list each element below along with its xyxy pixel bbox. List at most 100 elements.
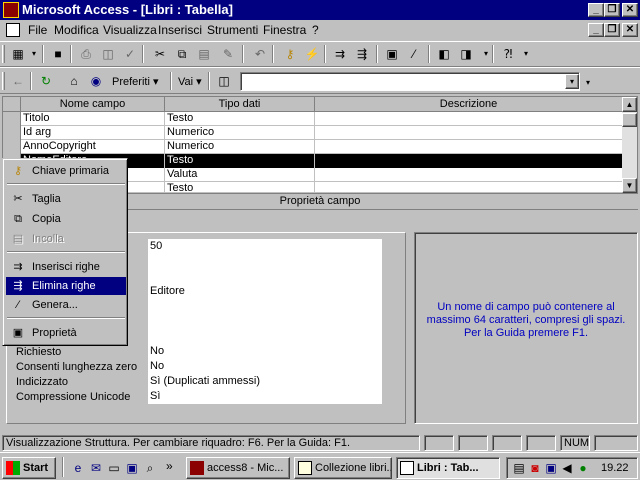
grid-row[interactable]: Titolo Testo xyxy=(3,112,623,126)
quicklaunch-overflow[interactable]: » xyxy=(166,459,173,473)
property-value[interactable] xyxy=(148,269,382,284)
help-icon[interactable]: ⁈ xyxy=(500,46,516,62)
menu-modifica[interactable]: Modifica xyxy=(54,23,99,37)
data-type-cell[interactable]: Valuta xyxy=(165,168,315,182)
print-icon[interactable]: ⎙ xyxy=(78,46,94,62)
property-value[interactable] xyxy=(148,299,382,314)
start-button[interactable]: Start xyxy=(2,457,56,479)
field-name-cell[interactable]: AnnoCopyright xyxy=(21,140,165,154)
data-type-cell[interactable]: Testo xyxy=(165,182,315,192)
menu-finestra[interactable]: Finestra xyxy=(263,23,306,37)
description-cell[interactable] xyxy=(315,168,623,182)
outlook-icon[interactable]: ✉ xyxy=(88,460,104,476)
property-value[interactable] xyxy=(148,254,382,269)
description-cell[interactable] xyxy=(315,140,623,154)
row-selector[interactable] xyxy=(3,112,21,126)
grid-corner[interactable] xyxy=(3,97,21,112)
menu-item-delete-rows[interactable]: ⇶ Elimina righe xyxy=(6,277,126,295)
header-data-type[interactable]: Tipo dati xyxy=(165,97,315,112)
tray-network-icon[interactable]: ▤ xyxy=(511,460,527,476)
menu-inserisci[interactable]: Inserisci xyxy=(158,23,202,37)
tray-volume-icon[interactable]: ◀ xyxy=(559,460,575,476)
scroll-up-button[interactable]: ▲ xyxy=(622,97,637,112)
toolbar-options-icon[interactable]: ▾ xyxy=(580,75,596,91)
data-type-cell[interactable]: Testo xyxy=(165,154,315,168)
menu-item-build[interactable]: ⁄ Genera... xyxy=(6,296,126,314)
ie-icon[interactable]: e xyxy=(70,460,86,476)
doc-restore-button[interactable]: ❐ xyxy=(604,23,620,37)
menu-item-properties[interactable]: ▣ Proprietà xyxy=(6,324,126,342)
tray-scheduler-icon[interactable]: ◙ xyxy=(527,460,543,476)
grid-vertical-scrollbar[interactable]: ▲ ▼ xyxy=(622,97,637,193)
row-selector[interactable] xyxy=(3,140,21,154)
spelling-icon[interactable]: ✓ xyxy=(122,46,138,62)
save-icon[interactable]: ■ xyxy=(50,46,66,62)
table-doc-icon[interactable] xyxy=(6,23,20,37)
description-cell[interactable] xyxy=(315,154,623,168)
description-cell[interactable] xyxy=(315,126,623,140)
header-description[interactable]: Descrizione xyxy=(315,97,623,112)
menu-file[interactable]: File xyxy=(28,23,47,37)
data-type-cell[interactable]: Numerico xyxy=(165,140,315,154)
description-cell[interactable] xyxy=(315,112,623,126)
cut-icon[interactable]: ✂ xyxy=(152,46,168,62)
menu-item-copy[interactable]: ⧉ Copia xyxy=(6,210,126,228)
help-dropdown-icon[interactable]: ▾ xyxy=(518,46,534,62)
show-only-web-toolbar-icon[interactable]: ◫ xyxy=(216,73,232,89)
row-selector[interactable] xyxy=(3,126,21,140)
delete-rows-icon[interactable]: ⇶ xyxy=(354,46,370,62)
tray-app-icon[interactable]: ● xyxy=(575,460,591,476)
data-type-cell[interactable]: Testo xyxy=(165,112,315,126)
refresh-icon[interactable]: ↻ xyxy=(38,73,54,89)
property-value-caption[interactable]: Editore xyxy=(148,284,382,299)
field-name-cell[interactable]: Titolo xyxy=(21,112,165,126)
view-dropdown-icon[interactable]: ▾ xyxy=(26,46,42,62)
data-type-cell[interactable]: Numerico xyxy=(165,126,315,140)
search-web-icon[interactable]: ◉ xyxy=(88,73,104,89)
view-icon[interactable]: ▦ xyxy=(10,46,26,62)
tray-display-icon[interactable]: ▣ xyxy=(543,460,559,476)
address-field[interactable]: ▾ xyxy=(240,72,580,91)
copy-icon[interactable]: ⧉ xyxy=(174,46,190,62)
paste-icon[interactable]: ▤ xyxy=(196,46,212,62)
favorites-menu[interactable]: Preferiti ▾ xyxy=(112,75,158,88)
property-value[interactable] xyxy=(148,329,382,344)
primary-key-icon[interactable]: ⚷ xyxy=(282,46,298,62)
toolbar-grip[interactable] xyxy=(2,45,5,63)
build-icon[interactable]: ⁄ xyxy=(406,46,422,62)
property-value[interactable] xyxy=(148,314,382,329)
field-name-cell[interactable]: Id arg xyxy=(21,126,165,140)
menu-visualizza[interactable]: Visualizza xyxy=(103,23,157,37)
property-value-allow-zero-length[interactable]: No xyxy=(148,359,382,374)
access-app-icon[interactable] xyxy=(3,2,19,18)
property-value-unicode-compression[interactable]: Sì xyxy=(148,389,382,404)
grid-row[interactable]: AnnoCopyright Numerico xyxy=(3,140,623,154)
tray-clock[interactable]: 19.22 xyxy=(601,462,629,474)
scroll-down-button[interactable]: ▼ xyxy=(622,178,637,193)
taskbar-button-collezione[interactable]: Collezione libri... xyxy=(294,457,392,479)
scroll-thumb[interactable] xyxy=(622,113,637,127)
doc-minimize-button[interactable]: _ xyxy=(588,23,604,37)
minimize-button[interactable]: _ xyxy=(588,3,604,17)
back-arrow-icon[interactable]: ← xyxy=(10,73,26,89)
toolbar-grip[interactable] xyxy=(2,72,5,90)
property-value-field-size[interactable]: 50 xyxy=(148,239,382,254)
properties-icon[interactable]: ▣ xyxy=(384,46,400,62)
insert-rows-icon[interactable]: ⇉ xyxy=(332,46,348,62)
indexes-icon[interactable]: ⚡ xyxy=(304,46,320,62)
search-icon[interactable]: ⌕ xyxy=(142,460,158,476)
desktop-icon[interactable]: ▭ xyxy=(106,460,122,476)
restore-button[interactable]: ❐ xyxy=(604,3,620,17)
address-dropdown-button[interactable]: ▾ xyxy=(565,74,579,89)
menu-strumenti[interactable]: Strumenti xyxy=(207,23,258,37)
menu-item-primary-key[interactable]: ⚷ Chiave primaria xyxy=(6,162,126,180)
header-field-name[interactable]: Nome campo xyxy=(21,97,165,112)
grid-row[interactable]: Id arg Numerico xyxy=(3,126,623,140)
menu-item-insert-rows[interactable]: ⇉ Inserisci righe xyxy=(6,258,126,276)
menu-item-cut[interactable]: ✂ Taglia xyxy=(6,190,126,208)
description-cell[interactable] xyxy=(315,182,623,192)
property-value-required[interactable]: No xyxy=(148,344,382,359)
channels-icon[interactable]: ▣ xyxy=(124,460,140,476)
doc-close-button[interactable]: ✕ xyxy=(622,23,638,37)
taskbar-button-access8[interactable]: access8 - Mic... xyxy=(186,457,290,479)
